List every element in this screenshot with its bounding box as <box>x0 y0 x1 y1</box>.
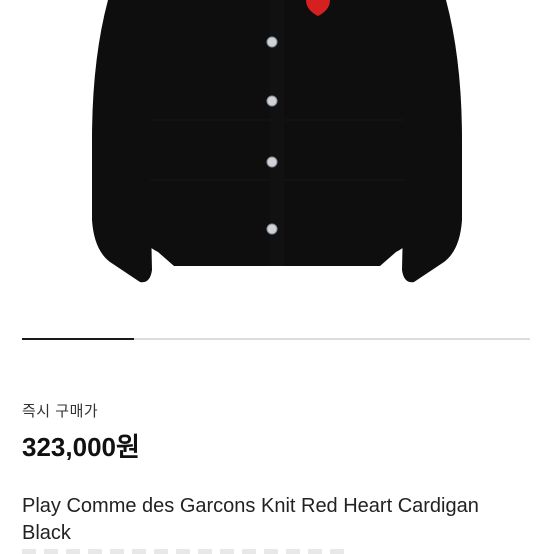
cardigan-photo <box>92 0 462 283</box>
button-2 <box>266 95 278 107</box>
image-progress-track <box>22 338 530 340</box>
button-1 <box>266 36 278 48</box>
purchase-type-label: 즉시 구매가 <box>22 403 99 420</box>
button-4 <box>266 223 278 235</box>
image-progress-fill <box>22 338 134 340</box>
button-3 <box>266 156 278 168</box>
truncated-text-line <box>22 549 352 554</box>
price: 323,000원 <box>22 432 140 462</box>
product-image[interactable] <box>0 0 554 362</box>
product-title: Play Comme des Garcons Knit Red Heart Ca… <box>22 495 479 544</box>
